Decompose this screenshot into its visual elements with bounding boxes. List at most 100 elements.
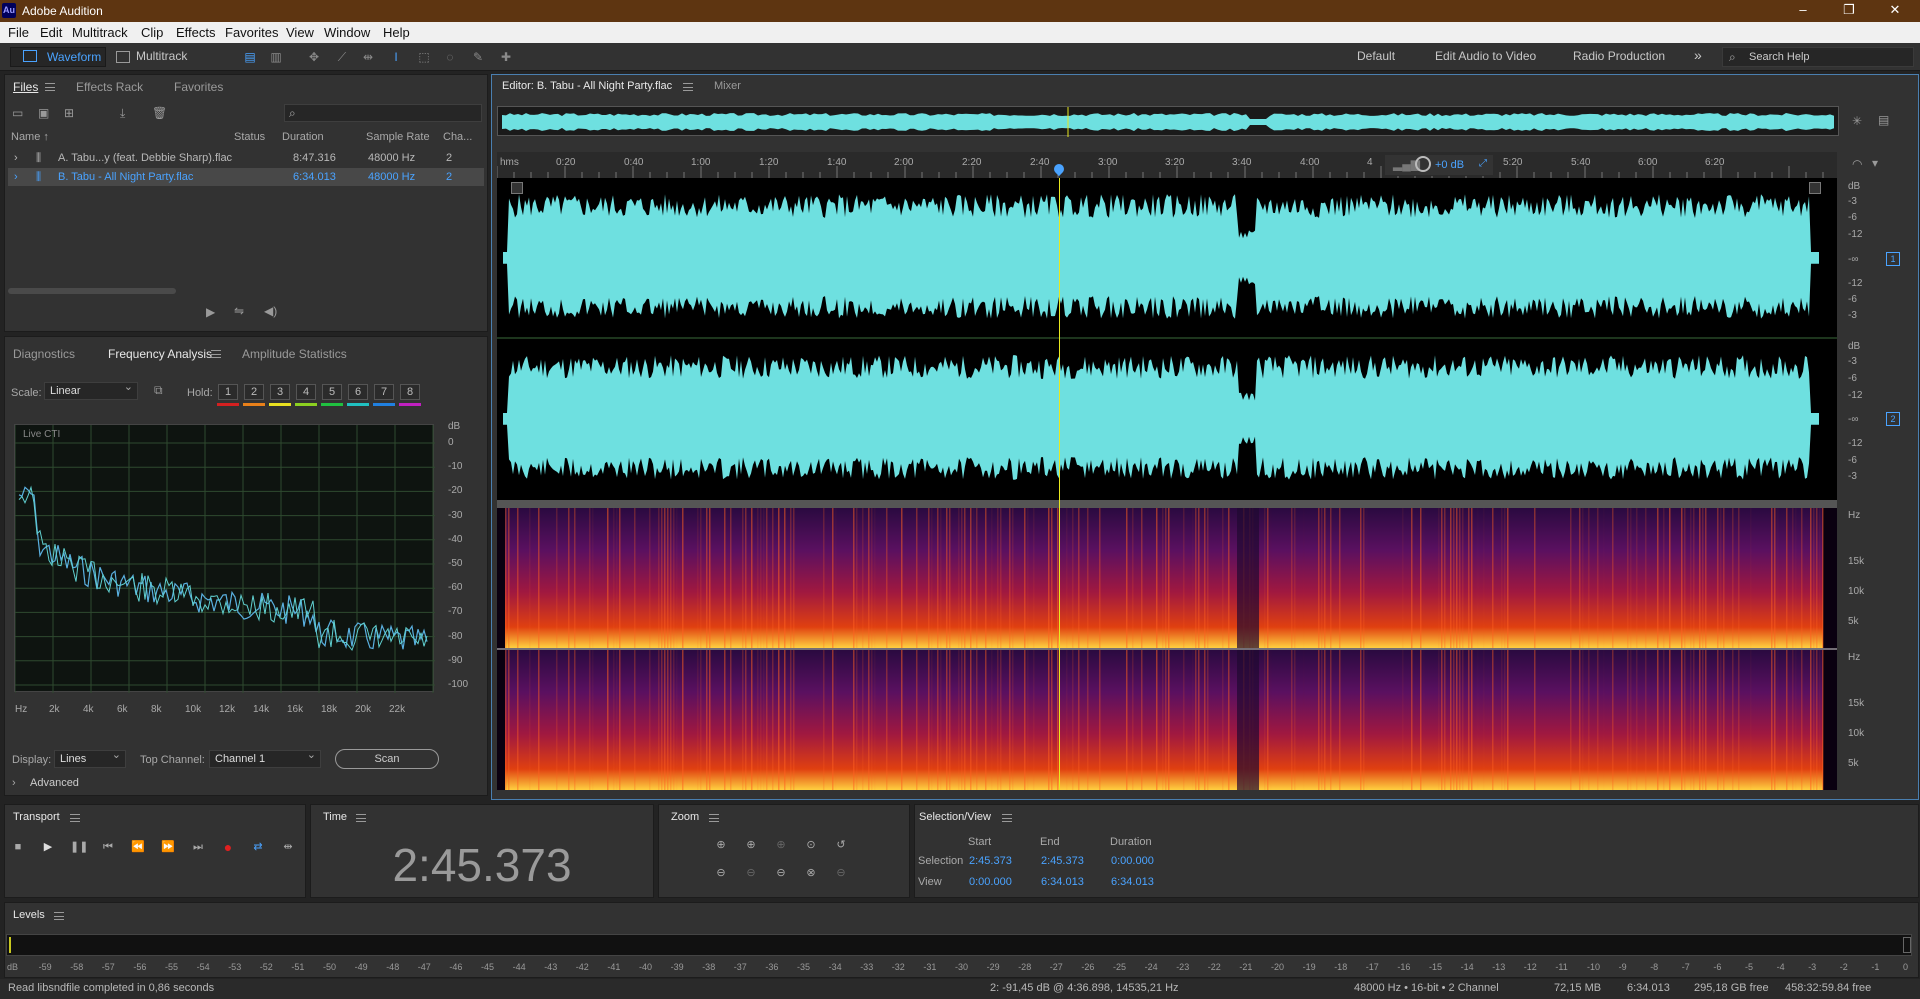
zoom-selection-end-icon[interactable]: ⊖ (832, 866, 850, 882)
hold-button-7[interactable]: 7 (374, 384, 394, 400)
column-channels[interactable]: Cha... (443, 131, 472, 143)
spectral-display[interactable] (497, 508, 1837, 790)
insert-into-multitrack-icon[interactable]: ⤓ (120, 106, 125, 121)
minimize-button[interactable]: – (1780, 0, 1826, 22)
zoom-in-point-icon[interactable]: ⊕ (772, 838, 790, 854)
pin-hud-icon[interactable]: ⤢ (1479, 158, 1487, 169)
menu-multitrack[interactable]: Multitrack (72, 25, 128, 40)
rewind-icon[interactable]: ⏪ (130, 839, 146, 855)
zoom-out-amplitude-icon[interactable]: ⊖ (712, 866, 730, 882)
display-options-icon[interactable]: ▤ (1878, 113, 1889, 127)
view-duration[interactable]: 6:34.013 (1111, 876, 1154, 888)
pin-icon[interactable]: ▾ (1872, 156, 1878, 170)
editor-menu-icon[interactable] (683, 83, 693, 91)
tab-effects-rack[interactable]: Effects Rack (76, 80, 143, 94)
multitrack-view-button[interactable]: Multitrack (112, 47, 196, 67)
workspace-edit-audio-to-video[interactable]: Edit Audio to Video (1435, 49, 1536, 63)
hud-volume[interactable]: ▂▄▆ +0 dB ⤢ (1384, 154, 1494, 176)
file-row-selected[interactable]: › ⫼ B. Tabu - All Night Party.flac 6:34.… (8, 168, 484, 186)
menu-file[interactable]: File (8, 25, 29, 40)
hold-button-4[interactable]: 4 (296, 384, 316, 400)
expand-icon[interactable]: › (14, 171, 18, 183)
more-workspaces-icon[interactable]: » (1694, 47, 1702, 63)
spot-healing-tool-icon[interactable]: ✚ (498, 49, 514, 65)
multitrack-label[interactable]: Multitrack (136, 49, 187, 63)
files-menu-icon[interactable] (45, 83, 55, 91)
search-help-field[interactable]: ⌕ Search Help (1722, 47, 1914, 67)
tab-editor[interactable]: Editor: B. Tabu - All Night Party.flac (502, 80, 672, 92)
menu-effects[interactable]: Effects (176, 25, 216, 40)
waveform-display[interactable] (497, 178, 1837, 500)
levels-menu-icon[interactable] (54, 912, 64, 920)
hold-button-5[interactable]: 5 (322, 384, 342, 400)
selection-duration[interactable]: 0:00.000 (1111, 855, 1154, 867)
tab-diagnostics[interactable]: Diagnostics (13, 347, 75, 361)
channel-2-badge[interactable]: 2 (1886, 412, 1900, 426)
overview-bar[interactable] (497, 106, 1839, 137)
menu-help[interactable]: Help (383, 25, 410, 40)
stop-icon[interactable]: ■ (10, 839, 26, 855)
zoom-reset-icon[interactable]: ↺ (832, 838, 850, 854)
transport-menu-icon[interactable] (70, 814, 80, 822)
import-file-icon[interactable]: ▣ (38, 106, 49, 120)
skip-selection-icon[interactable]: ⇹ (280, 839, 296, 855)
workspace-default[interactable]: Default (1357, 49, 1395, 63)
channel-1-badge[interactable]: 1 (1886, 252, 1900, 266)
record-icon[interactable]: ● (220, 839, 236, 855)
playhead[interactable] (1059, 178, 1060, 790)
display-dropdown[interactable]: Lines (54, 748, 126, 768)
zoom-fit-icon[interactable]: ✳ (1852, 114, 1862, 128)
spectral-display-icon[interactable]: ▤ (242, 49, 258, 65)
zoom-in-amplitude-icon[interactable]: ⊕ (712, 838, 730, 854)
tab-files[interactable]: Files (13, 80, 38, 94)
zoom-to-selection-icon[interactable]: ⊙ (802, 838, 820, 854)
selection-start[interactable]: 2:45.373 (969, 855, 1012, 867)
horizontal-scrollbar[interactable] (8, 288, 176, 294)
time-selection-tool-icon[interactable]: I (388, 49, 404, 65)
scale-dropdown[interactable]: Linear (44, 380, 138, 400)
view-end[interactable]: 6:34.013 (1041, 876, 1084, 888)
brush-tool-icon[interactable]: ✎ (470, 49, 486, 65)
loop-preview-icon[interactable]: ⇋ (234, 304, 244, 318)
selection-view-menu-icon[interactable] (1002, 814, 1012, 822)
tab-frequency-analysis[interactable]: Frequency Analysis (108, 347, 212, 361)
zoom-menu-icon[interactable] (709, 814, 719, 822)
advanced-toggle[interactable]: Advanced (30, 777, 79, 789)
lasso-tool-icon[interactable]: ◌ (442, 49, 458, 65)
marquee-tool-icon[interactable]: ⬚ (416, 49, 432, 65)
zoom-out-full-icon[interactable]: ⊖ (772, 866, 790, 882)
top-channel-dropdown[interactable]: Channel 1 (209, 748, 321, 768)
tab-favorites[interactable]: Favorites (174, 80, 223, 94)
hold-button-2[interactable]: 2 (244, 384, 264, 400)
column-sample-rate[interactable]: Sample Rate (366, 131, 430, 143)
hold-button-3[interactable]: 3 (270, 384, 290, 400)
loop-icon[interactable]: ⇄ (250, 839, 266, 855)
copy-hold-icon[interactable]: ⧉ (154, 383, 163, 398)
workspace-radio-production[interactable]: Radio Production (1573, 49, 1665, 63)
next-icon[interactable]: ⏭ (190, 839, 206, 855)
pause-icon[interactable]: ❚❚ (70, 839, 88, 855)
close-file-icon[interactable]: 🗑 (152, 106, 167, 120)
auto-play-icon[interactable]: ◀) (264, 304, 277, 318)
hold-button-1[interactable]: 1 (218, 384, 238, 400)
file-row[interactable]: › ⫼ A. Tabu...y (feat. Debbie Sharp).fla… (8, 149, 484, 167)
zoom-in-time-icon[interactable]: ⊕ (742, 838, 760, 854)
close-button[interactable]: ✕ (1872, 0, 1918, 22)
menu-edit[interactable]: Edit (40, 25, 62, 40)
column-duration[interactable]: Duration (282, 131, 324, 143)
new-file-icon[interactable]: ⊞ (64, 106, 74, 120)
channel-toggle-icon[interactable] (511, 182, 523, 194)
volume-knob-icon[interactable] (1415, 156, 1431, 172)
razor-tool-icon[interactable]: ⟋ (334, 49, 350, 65)
selection-end[interactable]: 2:45.373 (1041, 855, 1084, 867)
scan-button[interactable]: Scan (335, 749, 439, 769)
hold-button-6[interactable]: 6 (348, 384, 368, 400)
pan-zoom-icon[interactable]: ◠ (1852, 157, 1862, 171)
view-start[interactable]: 0:00.000 (969, 876, 1012, 888)
frequency-analysis-menu-icon[interactable] (211, 350, 221, 358)
column-status[interactable]: Status (234, 131, 265, 143)
column-name[interactable]: Name ↑ (11, 131, 49, 143)
files-search-input[interactable]: ⌕ (284, 104, 482, 122)
channel-toggle-icon[interactable] (1809, 182, 1821, 194)
play-icon[interactable]: ▶ (40, 839, 56, 855)
